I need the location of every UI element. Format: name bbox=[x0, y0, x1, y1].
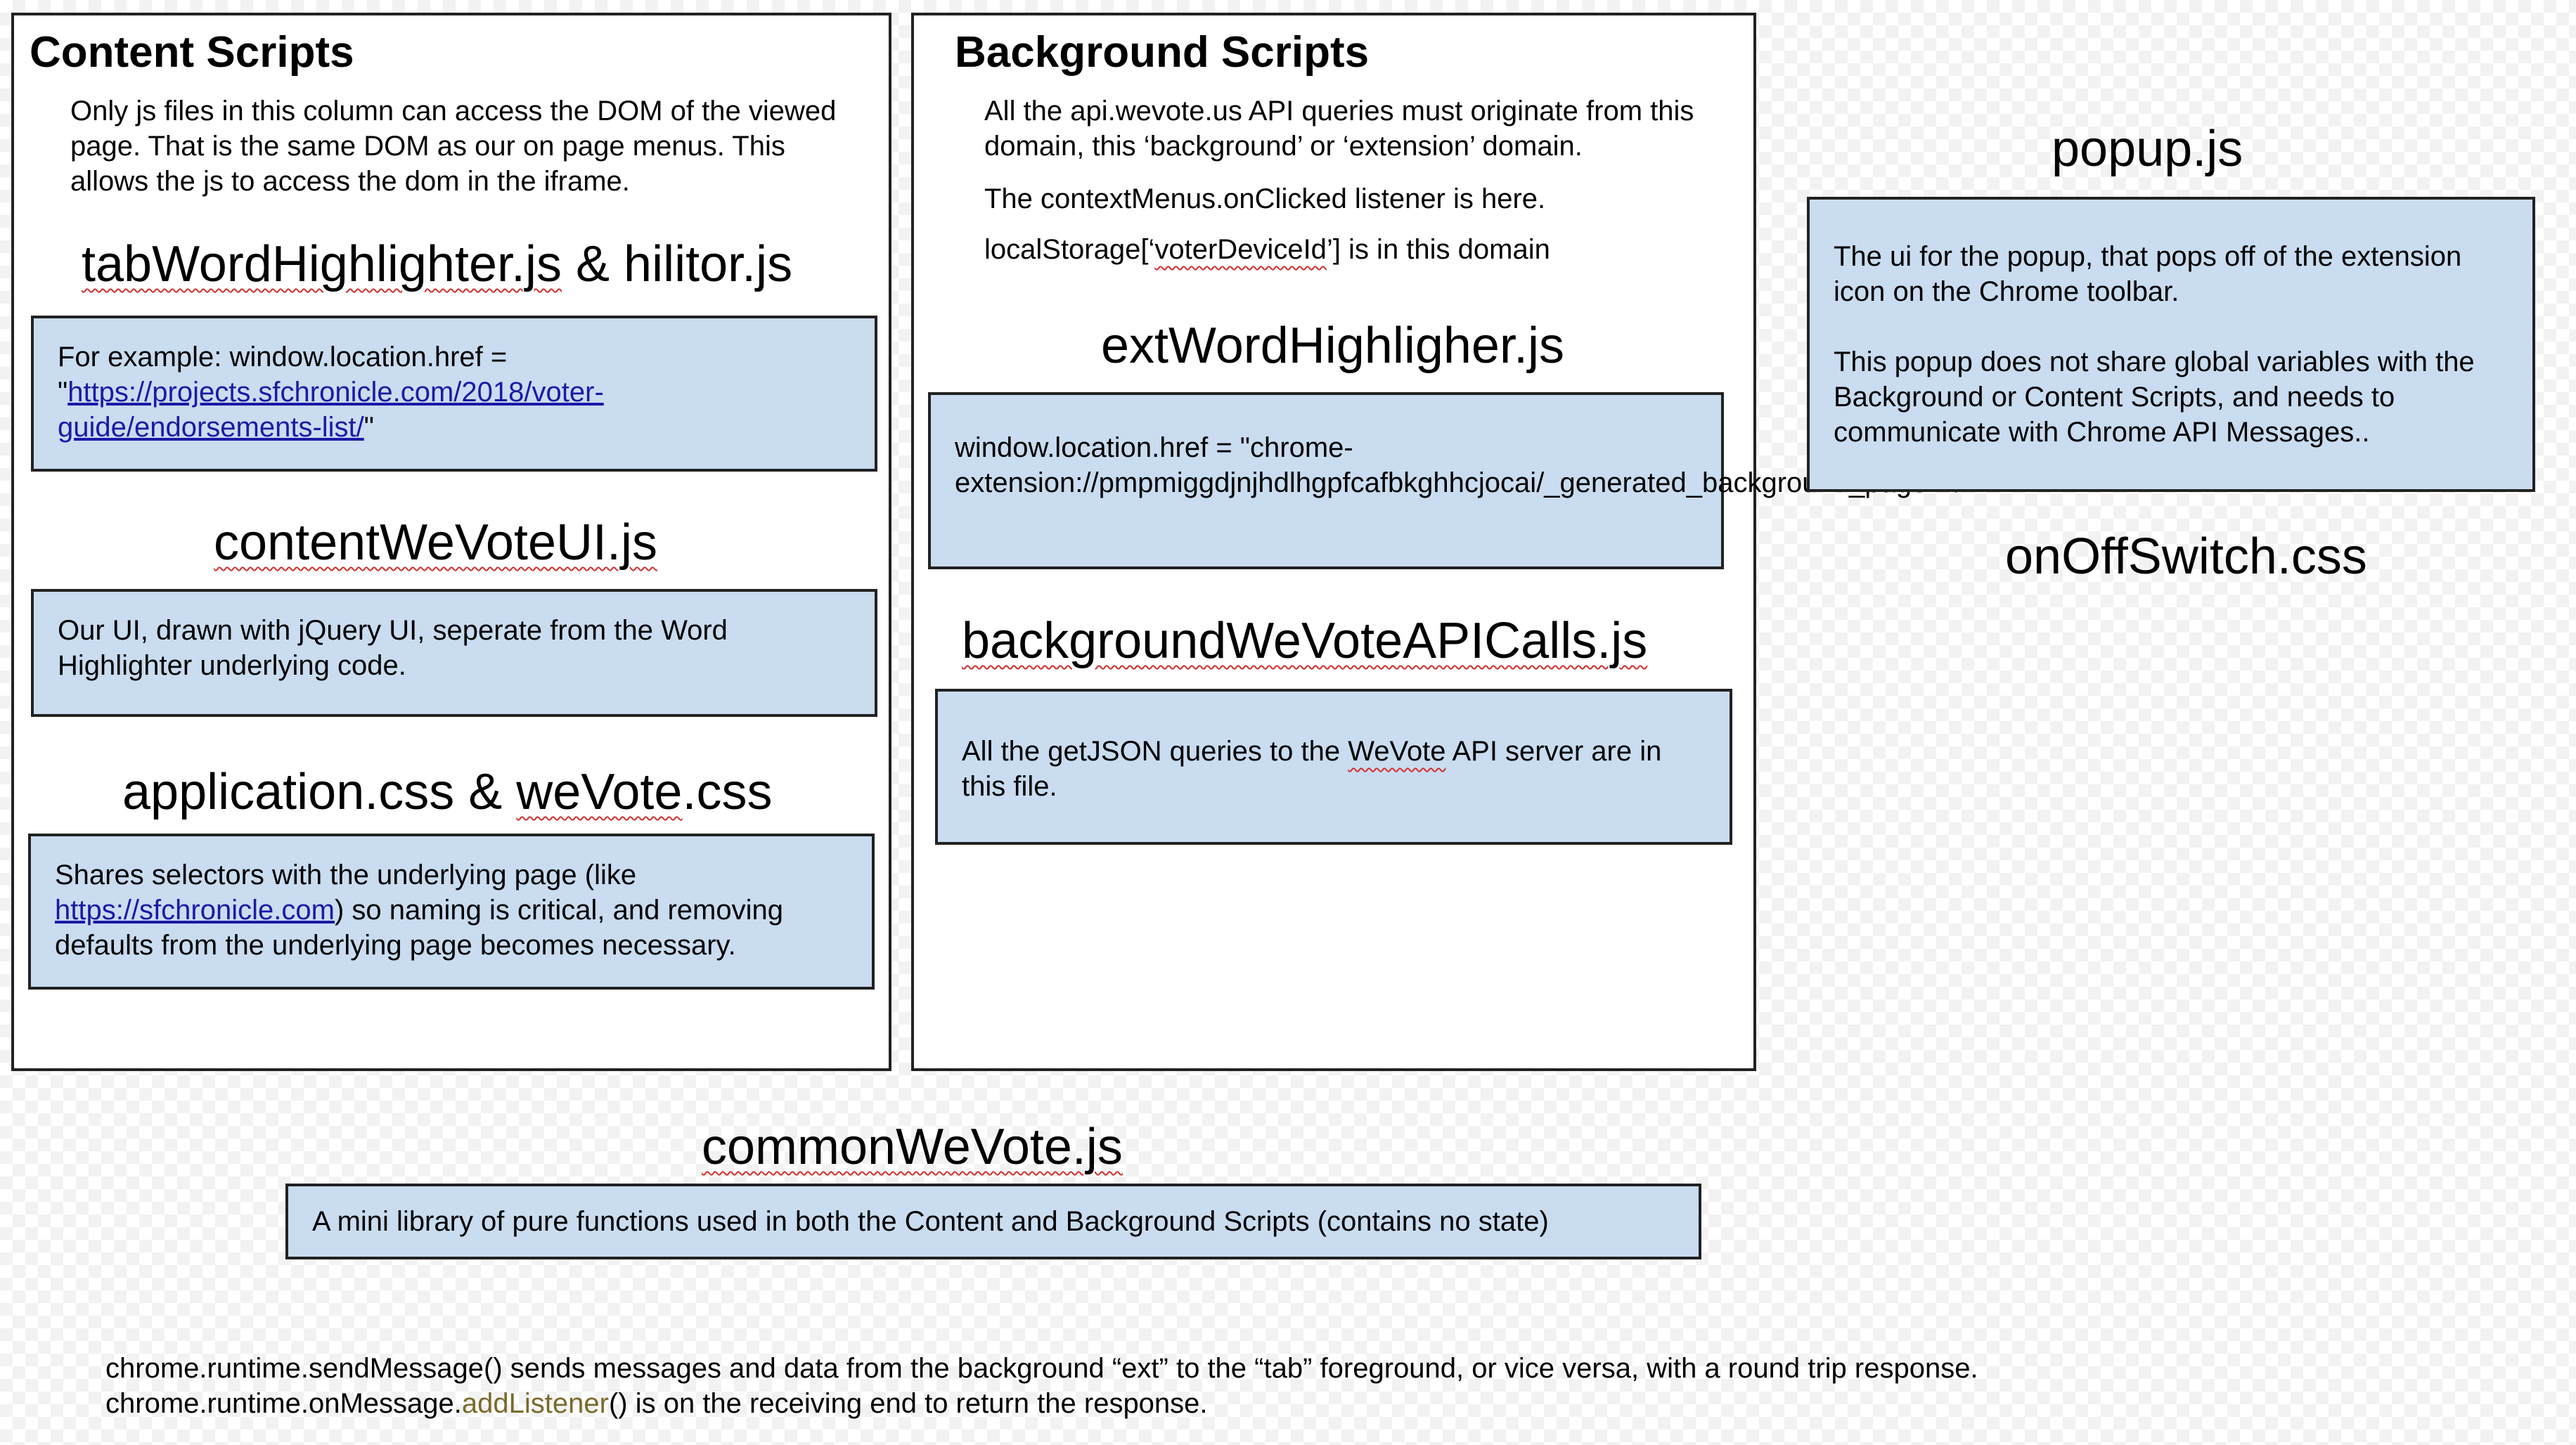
diagram-canvas: { "content_scripts": { "title": "Content… bbox=[0, 0, 2576, 1445]
popup-heading: popup.js bbox=[2052, 121, 2243, 177]
voter-device-id: voterDeviceId bbox=[1154, 234, 1327, 265]
ext-highlighter-box: window.location.href = "chrome-extension… bbox=[928, 392, 1998, 569]
tab-highlighter-box: For example: window.location.href = "htt… bbox=[31, 316, 877, 472]
on-message-suffix: () is on the receiving end to return the… bbox=[608, 1388, 1208, 1419]
on-off-switch-heading: onOffSwitch.css bbox=[2005, 529, 2367, 585]
add-listener-word: addListener bbox=[461, 1388, 609, 1419]
background-note-local-storage: localStorage[‘voterDeviceId’] is in this… bbox=[984, 232, 1701, 267]
tab-highlighter-suffix: " bbox=[363, 412, 374, 443]
footer-send-message: chrome.runtime.sendMessage() sends messa… bbox=[105, 1353, 1978, 1384]
hilitor-filename: & hilitor.js bbox=[562, 236, 793, 292]
ext-highlighter-heading: extWordHighligher.js bbox=[1101, 318, 1564, 374]
tab-highlighter-filename: tabWordHighlighter.js bbox=[82, 236, 562, 292]
css-prefix: Shares selectors with the underlying pag… bbox=[55, 860, 637, 890]
content-ui-filename: contentWeVoteUI.js bbox=[214, 514, 658, 571]
common-heading: commonWeVote.js bbox=[702, 1117, 1123, 1177]
api-calls-text-a: All the getJSON queries to the bbox=[962, 736, 1348, 767]
background-note-context-menus: The contextMenus.onClicked listener is h… bbox=[984, 183, 1546, 214]
wevote-css-ext: .css bbox=[682, 764, 773, 820]
on-message-prefix: chrome.runtime.onMessage. bbox=[105, 1388, 462, 1419]
popup-box: The ui for the popup, that pops off of t… bbox=[1807, 197, 2535, 492]
content-scripts-intro: Only js files in this column can access … bbox=[70, 96, 837, 197]
common-box: A mini library of pure functions used in… bbox=[285, 1184, 1701, 1259]
wevote-word: WeVote bbox=[1348, 736, 1446, 767]
wevote-css-filename: weVote bbox=[516, 764, 683, 820]
css-heading: application.css & weVote.css bbox=[122, 763, 773, 822]
tab-highlighter-heading: tabWordHighlighter.js & hilitor.js bbox=[82, 235, 792, 294]
local-storage-prefix: localStorage[‘ bbox=[984, 234, 1155, 265]
background-note-api: All the api.wevote.us API queries must o… bbox=[984, 96, 1694, 162]
content-scripts-title: Content Scripts bbox=[30, 28, 354, 77]
sfchronicle-endorsements-link[interactable]: https://projects.sfchronicle.com/2018/vo… bbox=[58, 377, 604, 443]
common-filename: commonWeVote.js bbox=[702, 1119, 1123, 1175]
application-css-filename: application.css & bbox=[122, 764, 517, 820]
api-calls-filename: backgroundWeVoteAPICalls.js bbox=[962, 613, 1648, 669]
popup-text-ui: The ui for the popup, that pops off of t… bbox=[1834, 241, 2462, 307]
content-ui-box: Our UI, drawn with jQuery UI, seperate f… bbox=[31, 589, 877, 717]
css-box: Shares selectors with the underlying pag… bbox=[28, 834, 875, 990]
sfchronicle-link[interactable]: https://sfchronicle.com bbox=[55, 895, 335, 926]
footer-on-message: chrome.runtime.onMessage.addListener() i… bbox=[105, 1386, 1208, 1421]
content-ui-heading: contentWeVoteUI.js bbox=[214, 513, 657, 572]
popup-text-globals: This popup does not share global variabl… bbox=[1834, 346, 2475, 448]
api-calls-heading: backgroundWeVoteAPICalls.js bbox=[962, 611, 1647, 670]
local-storage-suffix: ’] is in this domain bbox=[1326, 234, 1550, 265]
api-calls-box: All the getJSON queries to the WeVote AP… bbox=[935, 689, 1732, 845]
background-scripts-title: Background Scripts bbox=[955, 28, 1370, 77]
